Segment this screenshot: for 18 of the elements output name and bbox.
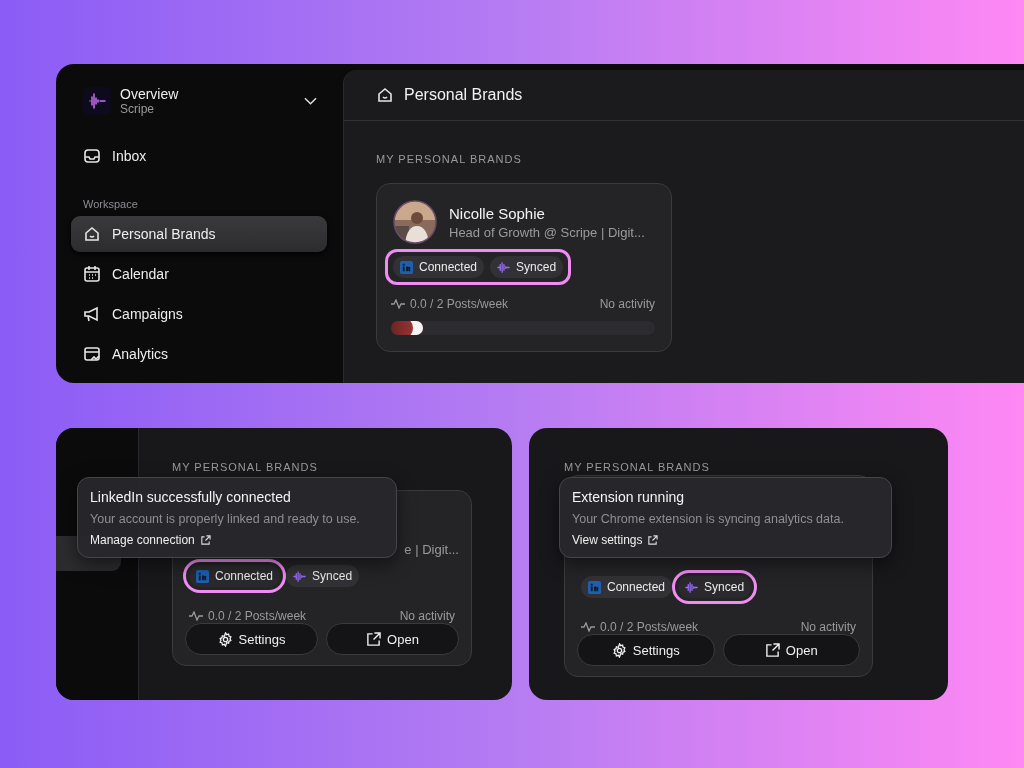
tooltip-text: Your Chrome extension is syncing analytics data. [572,512,845,526]
tooltip-title: Extension running [572,489,686,505]
page-title: Personal Brands [404,86,523,104]
posts-per-week: 0.0 / 2 Posts/week [600,620,699,634]
section-title: MY PERSONAL BRANDS [172,461,318,473]
workspace-name: Overview [120,86,180,102]
organization-name: Scripe [120,102,155,116]
brand-subtitle: Head of Growth @ Scripe | Digit... [449,224,645,240]
brand-subtitle: e | Digit... [404,542,459,557]
activity-status: No activity [800,620,856,634]
posts-per-week: 0.0 / 2 Posts/week [208,609,307,623]
posts-per-week: 0.0 / 2 Posts/week [410,297,509,311]
activity-status: No activity [599,297,655,311]
section-title: MY PERSONAL BRANDS [376,153,522,165]
section-title: MY PERSONAL BRANDS [564,461,710,473]
section-label: Workspace [82,198,139,210]
activity-status: No activity [399,609,455,623]
brand-name: Nicolle Sophie [449,204,546,222]
